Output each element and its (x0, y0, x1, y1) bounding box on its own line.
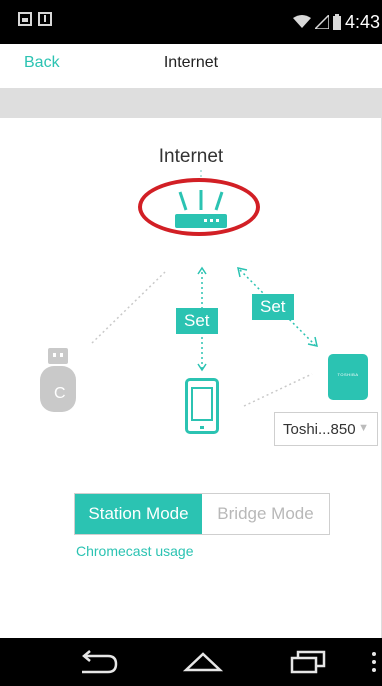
bridge-mode-button[interactable]: Bridge Mode (202, 494, 329, 534)
back-nav-icon[interactable] (78, 648, 118, 676)
device-select[interactable]: Toshi...850 ▼ (274, 412, 378, 446)
dropdown-arrow-icon: ▼ (358, 422, 369, 434)
phone-home-button (200, 426, 204, 429)
connection-lines (91, 170, 318, 407)
recent-apps-icon[interactable] (288, 648, 328, 676)
mode-toggle: Station Mode Bridge Mode (74, 493, 330, 535)
set-tag-toshiba[interactable]: Set (252, 294, 294, 320)
home-nav-icon[interactable] (183, 648, 223, 676)
phone-screen (191, 387, 213, 421)
toshiba-device-icon: TOSHIBA (328, 354, 368, 400)
router-highlight-circle (138, 178, 260, 236)
set-tag-phone[interactable]: Set (176, 308, 218, 334)
overflow-menu-icon[interactable] (370, 648, 378, 676)
chromecast-device-icon: C (40, 348, 76, 412)
navigation-bar (0, 638, 382, 686)
station-mode-button[interactable]: Station Mode (75, 494, 202, 534)
chromecast-logo-letter: C (54, 385, 66, 402)
toshiba-brand: TOSHIBA (337, 372, 359, 377)
device-select-value: Toshi...850 (283, 420, 356, 438)
phone-device-icon (185, 378, 219, 434)
chromecast-usage-link[interactable]: Chromecast usage (76, 543, 194, 559)
